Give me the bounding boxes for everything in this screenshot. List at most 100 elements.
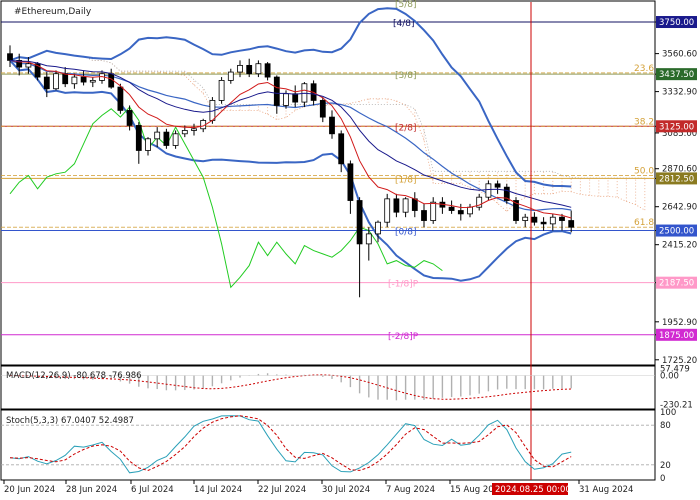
candle-body — [485, 183, 492, 198]
candle[interactable] — [503, 183, 510, 204]
stoch-axis-label: 80 — [660, 421, 671, 431]
candle-body — [393, 198, 400, 213]
candle-body — [163, 131, 170, 146]
fib-label: 38.2 — [634, 117, 654, 127]
date-tick-label: 22 Jul 2024 — [258, 485, 306, 495]
date-tick-label: 14 Jul 2024 — [194, 485, 242, 495]
candle-body — [89, 80, 96, 83]
date-tick-label: 28 Jun 2024 — [66, 485, 117, 495]
murrey-label: [4/8] — [393, 19, 415, 29]
candle-body — [457, 210, 464, 215]
candle-body — [7, 53, 13, 61]
candle-body — [421, 210, 427, 221]
date-tick-label: 30 Jul 2024 — [322, 485, 370, 495]
murrey-label: [5/8] — [395, 0, 417, 10]
macd-label: MACD(12,26,9) -80.678 -76.986 — [6, 371, 142, 381]
price-tag-label: 3750.00 — [659, 18, 694, 28]
candle-body — [559, 216, 565, 221]
candle-body — [384, 198, 391, 223]
candle-body — [71, 76, 78, 85]
candle-body — [145, 138, 151, 151]
candle-body — [117, 86, 124, 111]
candle-body — [126, 110, 133, 126]
murrey-label: [0/8] — [395, 228, 417, 238]
price-tick-label: 1952.90 — [662, 318, 697, 328]
price-tag: 2812.50 — [656, 172, 697, 185]
candle-body — [53, 73, 59, 90]
date-tick-label: 7 Aug 2024 — [386, 485, 435, 495]
date-marker-tag: 2024.08.25 00:00 — [492, 483, 571, 495]
candle-body — [319, 100, 326, 118]
murrey-label: [1/8] — [395, 175, 417, 185]
candle-body — [549, 216, 556, 225]
candle[interactable] — [53, 70, 59, 91]
candle-body — [531, 216, 538, 223]
candle-body — [246, 64, 253, 75]
candle-body — [273, 76, 280, 106]
candle-body — [329, 116, 335, 135]
candle-body — [25, 63, 32, 68]
candle-body — [255, 63, 262, 75]
candle-body — [375, 221, 381, 235]
price-tag-label: 2500.00 — [659, 227, 694, 237]
price-tag-label: 2812.50 — [659, 174, 694, 184]
candle-body — [227, 71, 234, 81]
candle-body — [522, 216, 529, 221]
candle[interactable] — [384, 193, 391, 228]
candle-body — [62, 73, 69, 85]
date-marker-label: 2024.08.25 00:00 — [495, 485, 571, 495]
candle[interactable] — [485, 180, 492, 201]
price-tick-label: 3332.90 — [662, 88, 697, 98]
price-tag-label: 3125.00 — [659, 122, 694, 132]
candle[interactable] — [513, 197, 519, 224]
price-tag-label: 2187.50 — [659, 279, 694, 289]
candle-body — [467, 206, 473, 215]
candle-body — [494, 183, 501, 188]
fib-label: 61.8 — [634, 218, 654, 228]
price-tag-label: 1875.00 — [659, 331, 694, 341]
candle-body — [80, 76, 87, 83]
candle-body — [218, 80, 225, 101]
price-tag: 3750.00 — [656, 16, 697, 29]
candle-body — [540, 221, 547, 225]
price-tick-label: 2642.90 — [662, 203, 697, 213]
murrey-label: [2/8] — [395, 123, 417, 133]
candle[interactable] — [163, 128, 170, 149]
candle-body — [181, 130, 188, 135]
price-tag: 2500.00 — [656, 224, 697, 237]
date-tick-label: 6 Jul 2024 — [131, 485, 174, 495]
candle-body — [264, 63, 271, 78]
stoch-axis-label: 0 — [660, 474, 665, 484]
candle-body — [568, 220, 575, 228]
price-tag: 3437.50 — [656, 68, 697, 81]
date-tick-label: 31 Aug 2024 — [579, 485, 633, 495]
trading-chart[interactable]: [5/8] [4/8] [3/8] [2/8] [1/8] [0/8] [-1/8]P [-2… — [0, 0, 700, 500]
candle-body — [43, 76, 50, 90]
price-tag: 2187.50 — [656, 276, 697, 289]
candle-body — [448, 206, 455, 211]
price-tick-label: 2415.20 — [662, 241, 697, 251]
fib-label: 23.6 — [634, 64, 654, 74]
stoch-axis-label: 100 — [660, 408, 676, 418]
candle-body — [402, 198, 409, 213]
date-tick-label: 20 Jun 2024 — [4, 485, 55, 495]
candle-body — [338, 133, 345, 165]
candle-body — [191, 128, 197, 131]
candle-body — [237, 64, 243, 73]
candle-body — [356, 200, 363, 245]
candle-body — [154, 131, 161, 140]
candle-body — [347, 163, 354, 201]
candle[interactable] — [218, 77, 225, 104]
stoch-axis-label: 20 — [660, 461, 671, 471]
macd-axis-label: 0.00 — [660, 372, 679, 382]
price-panel-frame — [0, 0, 656, 366]
candle-body — [365, 233, 372, 245]
price-tag-label: 3437.50 — [659, 70, 694, 80]
candle-body — [292, 93, 299, 103]
murrey-label: [3/8] — [395, 71, 417, 81]
fib-label: 50.0 — [634, 166, 654, 176]
candle-body — [430, 201, 437, 221]
candle-body — [172, 133, 179, 146]
murrey-label: [-1/8]P — [388, 280, 419, 290]
price-tag: 3125.00 — [656, 120, 697, 132]
